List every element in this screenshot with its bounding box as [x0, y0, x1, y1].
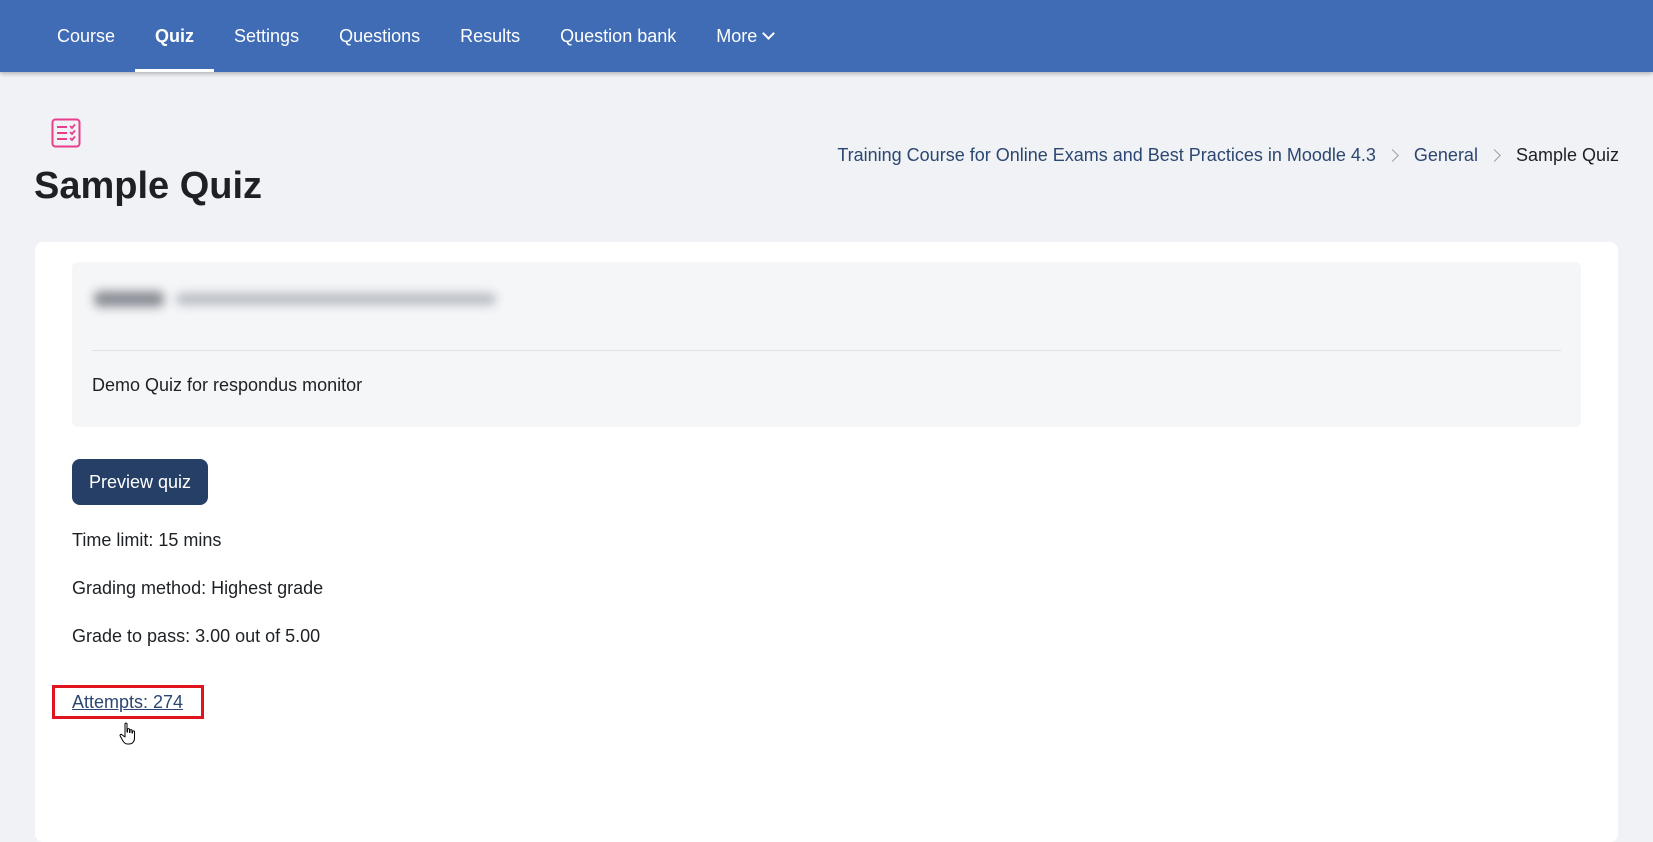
nav-tab-label: Results	[460, 25, 521, 46]
chevron-right-icon	[1386, 149, 1399, 162]
breadcrumb: Training Course for Online Exams and Bes…	[837, 145, 1619, 166]
nav-tab-results[interactable]: Results	[440, 0, 540, 72]
quiz-icon	[51, 118, 81, 148]
breadcrumb-item-current: Sample Quiz	[1515, 145, 1619, 165]
activity-info-box: Demo Quiz for respondus monitor	[72, 262, 1581, 427]
quiz-description: Demo Quiz for respondus monitor	[92, 375, 363, 395]
nav-tab-course[interactable]: Course	[37, 0, 135, 72]
secondary-navigation: Course Quiz Settings Questions Results Q…	[0, 0, 1653, 72]
nav-tab-question-bank[interactable]: Question bank	[540, 0, 696, 72]
grade-to-pass-text: Grade to pass: 3.00 out of 5.00	[72, 626, 321, 646]
nav-tab-label: Questions	[339, 25, 421, 46]
nav-tab-quiz[interactable]: Quiz	[135, 0, 215, 72]
breadcrumb-item-section[interactable]: General	[1414, 145, 1478, 166]
attempts-link[interactable]: Attempts: 274	[72, 692, 183, 713]
nav-tab-more-dropdown[interactable]: More	[696, 0, 793, 72]
page-title: Sample Quiz	[34, 165, 263, 207]
nav-tab-label: Course	[57, 25, 116, 46]
divider	[92, 350, 1561, 351]
hand-pointer-cursor-icon	[119, 722, 135, 745]
breadcrumb-item-course[interactable]: Training Course for Online Exams and Bes…	[837, 145, 1376, 166]
redacted-dates	[90, 284, 510, 312]
nav-tab-label: More	[716, 25, 758, 46]
chevron-right-icon	[1488, 149, 1501, 162]
time-limit-text: Time limit: 15 mins	[72, 530, 222, 550]
preview-quiz-button[interactable]: Preview quiz	[72, 459, 208, 505]
attempts-highlight-box: Attempts: 274	[52, 685, 204, 719]
nav-tab-label: Question bank	[560, 25, 677, 46]
main-content-card: Demo Quiz for respondus monitor Preview …	[35, 242, 1618, 842]
nav-tab-settings[interactable]: Settings	[214, 0, 319, 72]
nav-tab-label: Settings	[234, 25, 300, 46]
nav-tab-label: Quiz	[155, 25, 195, 46]
chevron-down-icon	[762, 27, 776, 40]
grading-method-text: Grading method: Highest grade	[72, 578, 324, 598]
nav-tab-questions[interactable]: Questions	[319, 0, 440, 72]
